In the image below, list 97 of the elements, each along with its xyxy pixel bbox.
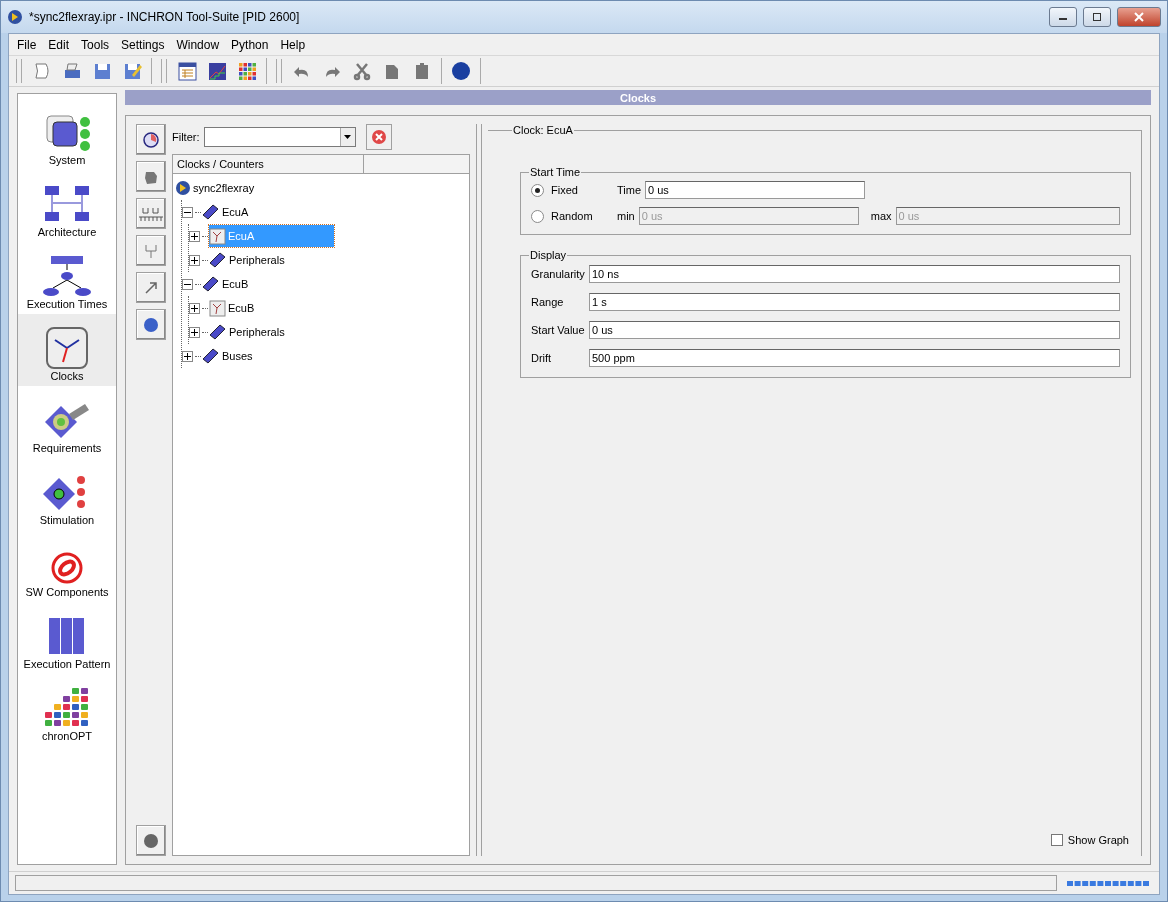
circle-icon — [142, 831, 160, 850]
maximize-button[interactable] — [1083, 7, 1111, 27]
expand-icon[interactable] — [189, 230, 200, 242]
help-button[interactable] — [136, 309, 166, 340]
colored-grid-icon — [237, 61, 257, 81]
field-label: Range — [531, 296, 565, 308]
nav-item[interactable]: chronOPT — [18, 674, 116, 746]
minimize-button[interactable] — [1049, 7, 1077, 27]
nav-item[interactable]: SW Components — [18, 530, 116, 602]
nav-item[interactable]: Execution Pattern — [18, 602, 116, 674]
radio-label: Random — [551, 210, 594, 222]
window-title: *sync2flexray.ipr - INCHRON Tool-Suite [PID 2600] — [29, 10, 301, 24]
close-button[interactable] — [1117, 7, 1161, 27]
input-field[interactable]: 0 us — [645, 181, 866, 199]
record-button[interactable] — [136, 825, 166, 856]
close-icon — [370, 129, 387, 145]
project-icon — [175, 180, 191, 196]
menu-item[interactable]: Window — [170, 37, 226, 52]
checkbox-label: Show Graph — [1067, 834, 1129, 846]
node-label: Peripherals — [229, 326, 285, 338]
close-icon — [1134, 12, 1144, 22]
collapse-icon[interactable] — [182, 206, 193, 218]
checkbox[interactable] — [1050, 834, 1063, 846]
filter-label: Filter: — [172, 131, 200, 143]
nav-item[interactable]: Architecture — [18, 170, 116, 242]
radio-button[interactable] — [531, 209, 544, 223]
app-logo-icon — [7, 9, 23, 25]
radio-label: Fixed — [551, 184, 579, 196]
menu-item[interactable]: File — [11, 37, 43, 52]
input-field[interactable]: 1 s — [589, 293, 1120, 311]
tree-node[interactable]: Buses — [202, 345, 255, 367]
chip-icon — [209, 323, 227, 341]
input-field[interactable]: 500 ppm — [589, 349, 1120, 367]
blob-button[interactable] — [136, 161, 166, 192]
clock-icon — [209, 227, 226, 245]
detail-title: Clock: EcuA — [512, 124, 574, 136]
menu-item[interactable]: Python — [225, 37, 275, 52]
clear-filter-button[interactable] — [365, 124, 392, 150]
node-label: Buses — [222, 350, 253, 362]
tree-node[interactable]: Peripherals — [209, 321, 287, 343]
chip-icon — [202, 203, 220, 221]
field-label: Drift — [531, 352, 553, 364]
tree-node[interactable]: EcuB — [202, 273, 251, 295]
tree-node[interactable]: EcuA — [202, 201, 251, 223]
new-document-icon — [32, 61, 52, 81]
menu-item[interactable]: Tools — [75, 37, 116, 52]
clock-icon — [142, 130, 160, 149]
node-label: EcuA — [222, 206, 249, 218]
tree-node[interactable]: EcuB — [209, 297, 257, 319]
printer-icon — [62, 61, 82, 81]
menu-item[interactable]: Edit — [42, 37, 76, 52]
node-label: EcuA — [228, 230, 255, 242]
timing-tree-icon — [41, 254, 93, 298]
nav-item[interactable]: Execution Times — [18, 242, 116, 314]
input-field[interactable]: 0 us — [589, 321, 1120, 339]
dropdown-arrow-icon — [344, 135, 351, 139]
node-label: sync2flexray — [193, 182, 255, 194]
section-header: Clocks — [125, 90, 1151, 105]
node-label: Peripherals — [229, 254, 285, 266]
field-label: max — [870, 210, 892, 222]
field-label: Start Value — [531, 324, 586, 336]
expand-icon[interactable] — [189, 254, 200, 266]
menu-item[interactable]: Help — [274, 37, 312, 52]
expand-icon[interactable] — [189, 326, 200, 338]
ruler-button[interactable] — [136, 198, 166, 229]
tree-node[interactable]: Peripherals — [209, 249, 287, 271]
expand-icon[interactable] — [182, 350, 193, 362]
floppy-pencil-icon — [122, 61, 142, 81]
chip-icon — [202, 347, 220, 365]
clock-button[interactable] — [136, 124, 166, 155]
input-field[interactable]: 10 ns — [589, 265, 1120, 283]
clock-icon — [209, 299, 226, 317]
fork-button[interactable] — [136, 235, 166, 266]
chip-icon — [209, 251, 227, 269]
arrow-button[interactable] — [136, 272, 166, 303]
field-label: min — [617, 210, 635, 222]
expand-icon[interactable] — [189, 302, 200, 314]
field-label: Granularity — [531, 268, 586, 280]
radio-button[interactable] — [531, 183, 544, 197]
filter-combo[interactable] — [203, 127, 356, 147]
group-title: Start Time — [529, 166, 582, 178]
nav-item[interactable]: System — [18, 98, 116, 170]
node-label: EcuB — [228, 302, 255, 314]
nav-item[interactable]: Clocks — [18, 314, 116, 386]
group-title: Display — [529, 249, 568, 261]
collapse-icon[interactable] — [182, 278, 193, 290]
maximize-icon — [1092, 13, 1102, 21]
nav-item[interactable]: Requirements — [18, 386, 116, 458]
field-label: Time — [617, 184, 642, 196]
nav-item[interactable]: Stimulation — [18, 458, 116, 530]
tree-node[interactable]: sync2flexray — [175, 177, 257, 199]
chip-icon — [202, 275, 220, 293]
node-label: EcuB — [222, 278, 249, 290]
scissors-icon — [352, 61, 372, 81]
table-window-icon — [177, 61, 197, 81]
menu-item[interactable]: Settings — [115, 37, 171, 52]
chart-window-icon — [207, 61, 227, 81]
